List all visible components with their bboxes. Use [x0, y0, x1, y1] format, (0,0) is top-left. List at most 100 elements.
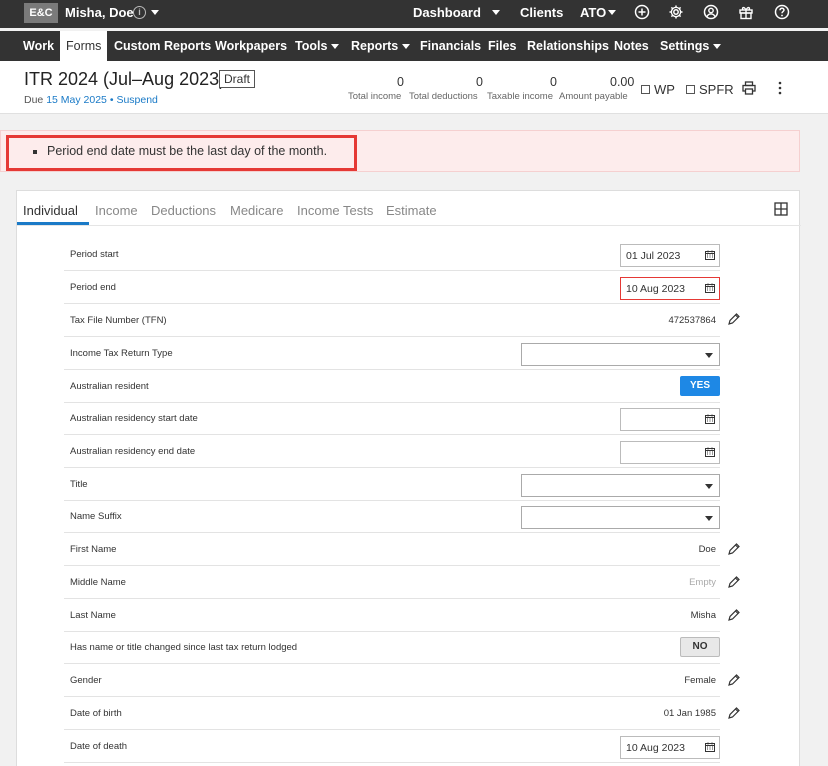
active-tab-indicator — [17, 222, 89, 225]
menu-label: Custom Reports — [114, 39, 212, 53]
due-date-link[interactable]: 15 May 2025 — [46, 94, 107, 106]
menu-label: Relationships — [527, 39, 609, 53]
chevron-down-icon — [705, 353, 713, 358]
menu-settings[interactable]: Settings — [654, 31, 727, 61]
field-label: Middle Name — [70, 577, 126, 588]
spfr-checkbox[interactable]: SPFR — [686, 82, 734, 97]
tab-income-tests[interactable]: Income Tests — [297, 203, 373, 218]
field-label: Last Name — [70, 610, 116, 621]
logo[interactable]: E&C — [24, 3, 58, 23]
menu-workpapers[interactable]: Workpapers — [209, 31, 293, 61]
menu-custom-reports[interactable]: Custom Reports — [108, 31, 217, 61]
tab-estimate[interactable]: Estimate — [386, 203, 437, 218]
due-line: Due 15 May 2025 • Suspend — [24, 94, 158, 106]
stat-label: Total income — [348, 91, 402, 102]
menu-tools[interactable]: Tools — [289, 31, 345, 61]
chevron-down-icon[interactable] — [492, 10, 500, 15]
field-label: Title — [70, 479, 88, 490]
calendar-icon[interactable] — [705, 414, 715, 424]
title-select[interactable] — [521, 474, 720, 497]
name-suffix-select[interactable] — [521, 506, 720, 529]
menu-forms[interactable]: Forms — [60, 31, 108, 61]
resident-yes-toggle[interactable]: YES — [680, 376, 720, 396]
pencil-icon[interactable] — [728, 609, 740, 621]
calendar-icon[interactable] — [705, 250, 715, 260]
status-badge: Draft — [219, 70, 256, 88]
checkbox-box[interactable] — [686, 85, 695, 94]
row-title: Title — [64, 468, 720, 501]
kebab-icon[interactable] — [778, 81, 782, 95]
menu-label: Files — [488, 39, 517, 53]
chevron-down-icon[interactable] — [151, 10, 159, 15]
pencil-icon[interactable] — [728, 576, 740, 588]
nav-ato[interactable]: ATO — [580, 5, 606, 20]
tab-income[interactable]: Income — [95, 203, 138, 218]
checkbox-box[interactable] — [641, 85, 650, 94]
row-gender: Gender Female — [64, 664, 720, 697]
chevron-down-icon — [705, 484, 713, 489]
stat-value: 0 — [476, 75, 483, 89]
print-icon[interactable] — [742, 81, 756, 95]
row-period-start: Period start 01 Jul 2023 — [64, 238, 720, 271]
pencil-icon[interactable] — [728, 543, 740, 555]
due-prefix: Due — [24, 94, 44, 106]
name-changed-no-toggle[interactable]: NO — [680, 637, 720, 657]
stat-label: Taxable income — [487, 91, 554, 102]
stat-label: Total deductions — [409, 91, 478, 102]
menu-label: Reports — [351, 39, 399, 53]
gift-icon[interactable] — [738, 4, 754, 20]
menu-work[interactable]: Work — [17, 31, 60, 61]
top-bar: E&C Misha, Doe i Dashboard Clients ATO — [0, 0, 828, 28]
calendar-icon[interactable] — [705, 742, 715, 752]
field-label: Date of birth — [70, 708, 122, 719]
menu-label: Financials — [420, 39, 482, 53]
row-dob: Date of birth 01 Jan 1985 — [64, 697, 720, 730]
field-label: Australian residency end date — [70, 446, 196, 457]
pencil-icon[interactable] — [728, 313, 740, 325]
info-icon[interactable]: i — [133, 6, 146, 19]
row-tfn: Tax File Number (TFN) 472537864 — [64, 304, 720, 337]
suspend-link[interactable]: Suspend — [116, 94, 157, 106]
wp-checkbox[interactable]: WP — [641, 82, 675, 97]
menu-label: Workpapers — [215, 39, 288, 53]
menu-reports[interactable]: Reports — [345, 31, 416, 61]
tab-bar: Individual Income Deductions Medicare In… — [17, 191, 801, 226]
row-name-suffix: Name Suffix — [64, 500, 720, 533]
menu-notes[interactable]: Notes — [608, 31, 655, 61]
row-first-name: First Name Doe — [64, 533, 720, 566]
gear-icon[interactable] — [668, 4, 684, 20]
page-title: ITR 2024 (Jul–Aug 2023) — [24, 69, 226, 89]
field-label: Period end — [70, 282, 116, 293]
pencil-icon[interactable] — [728, 674, 740, 686]
gender-value: Female — [684, 675, 716, 686]
plus-circle-icon[interactable] — [634, 4, 650, 20]
checkbox-label: WP — [654, 82, 675, 97]
chevron-down-icon[interactable] — [608, 10, 616, 15]
tab-individual[interactable]: Individual — [23, 203, 78, 218]
grid-icon[interactable] — [774, 202, 788, 216]
bullet — [33, 150, 37, 154]
row-period-end: Period end 10 Aug 2023 — [64, 271, 720, 304]
nav-dashboard[interactable]: Dashboard — [413, 5, 481, 20]
chevron-down-icon — [713, 44, 722, 50]
field-label: Income Tax Return Type — [70, 348, 173, 359]
tab-deductions[interactable]: Deductions — [151, 203, 216, 218]
nav-clients[interactable]: Clients — [520, 5, 563, 20]
row-last-name: Last Name Misha — [64, 599, 720, 632]
tab-medicare[interactable]: Medicare — [230, 203, 283, 218]
user-circle-icon[interactable] — [703, 4, 719, 20]
calendar-icon[interactable] — [705, 283, 715, 293]
menu-relationships[interactable]: Relationships — [521, 31, 615, 61]
calendar-icon[interactable] — [705, 447, 715, 457]
pencil-icon[interactable] — [728, 707, 740, 719]
field-label: Gender — [70, 675, 102, 686]
return-type-select[interactable] — [521, 343, 720, 366]
menu-files[interactable]: Files — [482, 31, 523, 61]
tfn-value: 472537864 — [668, 315, 716, 326]
row-resident: Australian resident YES — [64, 370, 720, 403]
help-icon[interactable] — [774, 4, 790, 20]
stat-value: 0 — [550, 75, 557, 89]
menu-financials[interactable]: Financials — [414, 31, 487, 61]
field-label: Australian residency start date — [70, 413, 198, 424]
user-name[interactable]: Misha, Doe — [65, 5, 134, 20]
